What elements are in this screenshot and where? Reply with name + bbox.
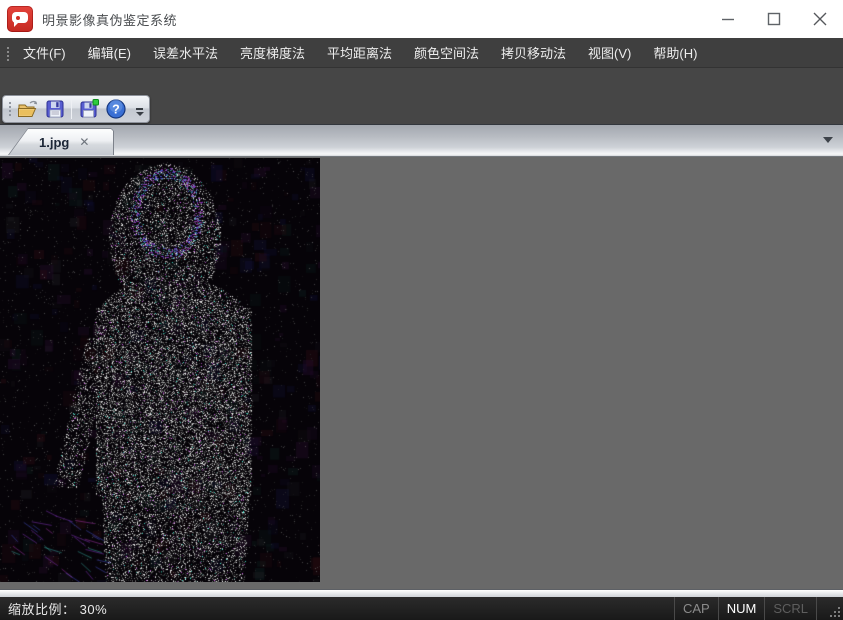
menu-error-level-method[interactable]: 误差水平法 [142,39,229,66]
menu-edit[interactable]: 编辑(E) [77,39,142,66]
status-bar: 缩放比例： 30% CAP NUM SCRL [0,597,843,620]
toolbar-options-button[interactable] [133,99,146,119]
menu-mean-distance-method[interactable]: 平均距离法 [316,39,403,66]
zoom-ratio-text: 缩放比例： 30% [8,599,107,618]
menu-color-space-method[interactable]: 颜色空间法 [403,39,490,66]
image-viewer-area [0,157,843,589]
svg-text:?: ? [112,103,120,117]
toolbar-dock: ? [0,68,843,124]
chevron-down-icon [136,112,144,116]
save-as-button[interactable] [75,97,102,121]
keyboard-indicators: CAP NUM SCRL [674,597,817,620]
title-bar: 明景影像真伪鉴定系统 [0,0,843,38]
scroll-lock-indicator: SCRL [764,597,817,620]
toolbar-separator [71,99,72,119]
menu-copy-move-method[interactable]: 拷贝移动法 [490,39,577,66]
chat-bubble-tail [14,22,19,27]
menu-file[interactable]: 文件(F) [12,39,77,66]
save-floppy-new-icon [78,98,100,120]
app-logo-icon [7,6,33,32]
maximize-icon [767,12,781,26]
app-window: 明景影像真伪鉴定系统 文件(F) 编辑(E) [0,0,843,620]
num-lock-indicator: NUM [718,597,765,620]
save-floppy-icon [44,98,66,120]
open-file-button[interactable] [14,97,41,121]
statusbar-top-strip [0,589,843,597]
help-icon: ? [105,98,127,120]
caption-buttons [705,0,843,38]
standard-toolbar: ? [2,95,150,123]
chat-bubble-dot [16,16,20,20]
maximize-button[interactable] [751,0,797,38]
open-folder-icon [17,98,39,120]
menu-luminance-gradient-method[interactable]: 亮度梯度法 [229,39,316,66]
ela-image-canvas [0,158,320,582]
window-title: 明景影像真伪鉴定系统 [42,10,177,29]
tab-1jpg[interactable]: 1.jpg ✕ [8,128,114,155]
close-icon [813,12,827,26]
minimize-button[interactable] [705,0,751,38]
tab-surface: 1.jpg ✕ [9,129,113,155]
menu-view[interactable]: 视图(V) [577,39,642,66]
save-button[interactable] [41,97,68,121]
menubar-grip[interactable] [5,45,10,61]
document-tab-bar: 1.jpg ✕ [0,124,843,157]
minimize-icon [721,12,735,26]
menu-help[interactable]: 帮助(H) [642,39,708,66]
toolbar-grip[interactable] [7,100,12,118]
tab-label: 1.jpg [39,135,69,150]
window-resize-grip[interactable] [827,604,841,618]
caps-lock-indicator: CAP [674,597,718,620]
tab-close-icon[interactable]: ✕ [79,136,89,148]
tab-list-dropdown-icon[interactable] [823,137,833,143]
menu-bar: 文件(F) 编辑(E) 误差水平法 亮度梯度法 平均距离法 颜色空间法 拷贝移动… [0,38,843,68]
help-button[interactable]: ? [102,97,129,121]
toolbar-options-bar [136,108,143,110]
close-button[interactable] [797,0,843,38]
